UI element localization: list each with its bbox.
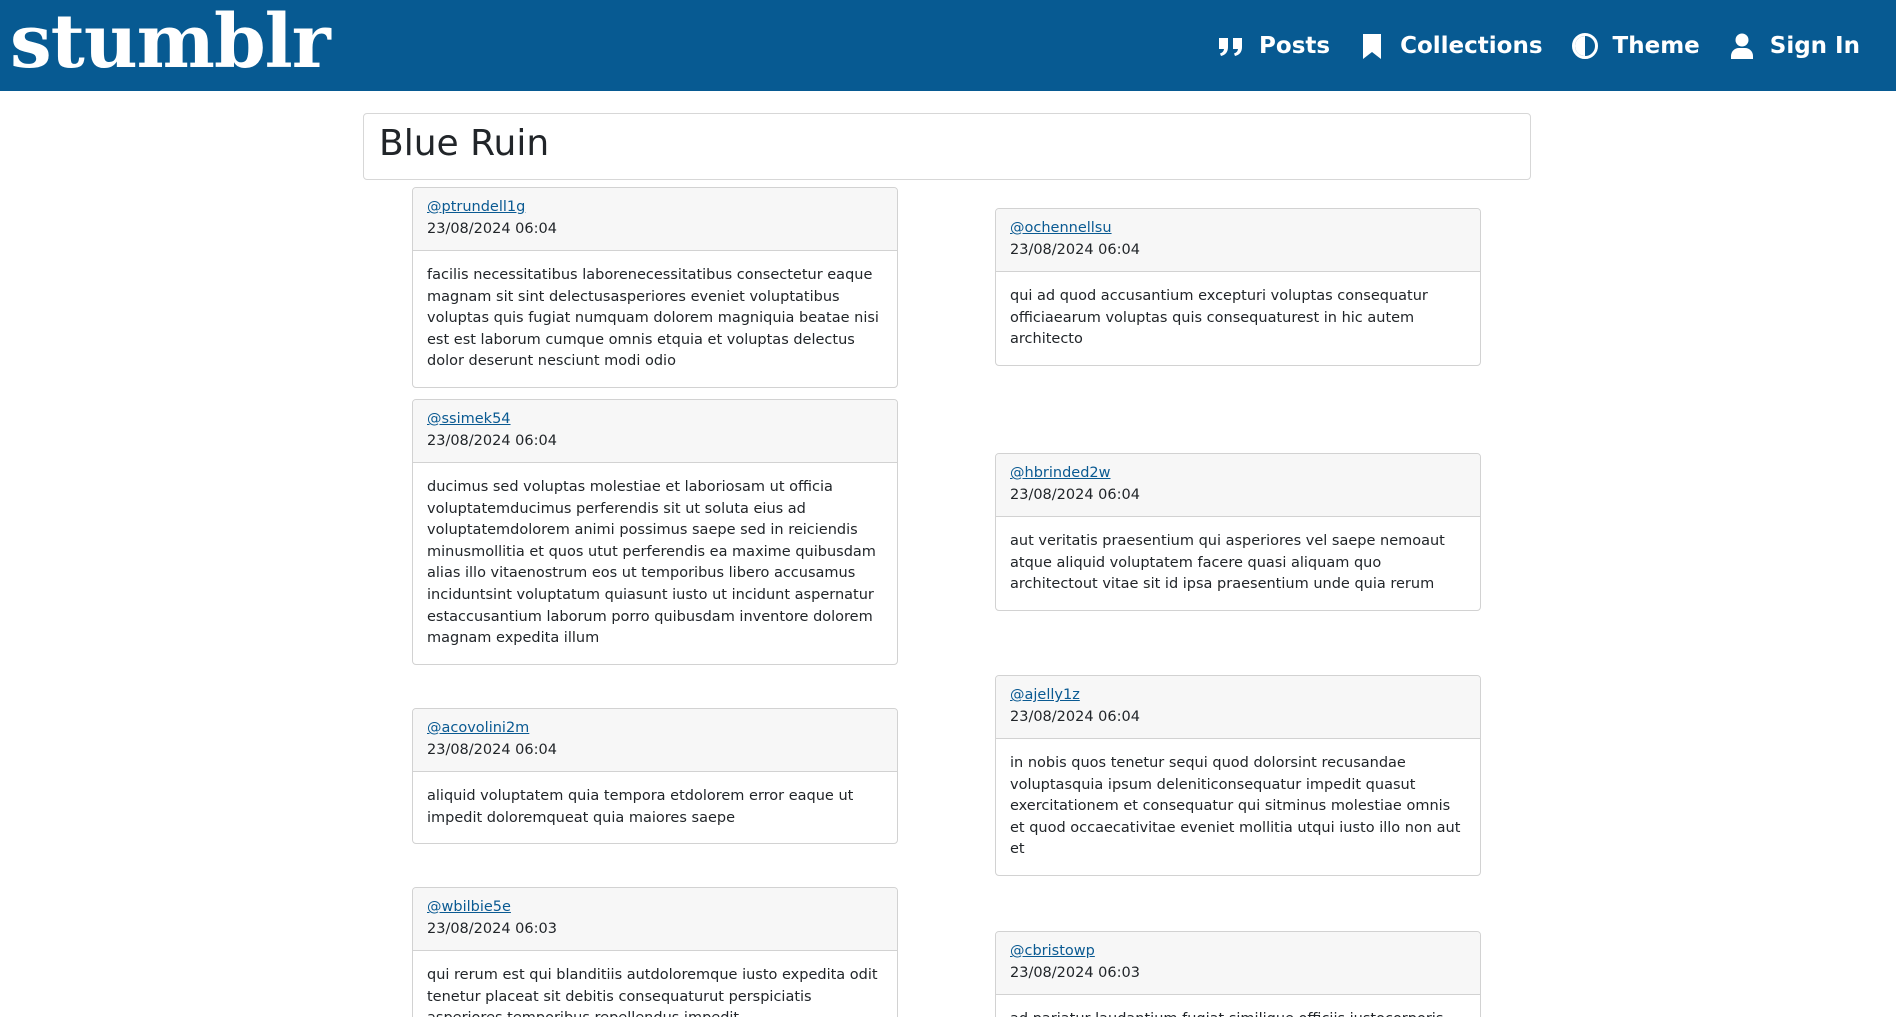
post-card: @hbrinded2w 23/08/2024 06:04 aut veritat… [995,453,1481,611]
nav-collections[interactable]: Collections [1358,32,1543,60]
nav-posts-label: Posts [1259,32,1331,59]
post-timestamp: 23/08/2024 06:04 [1010,486,1140,503]
post-card: @ssimek54 23/08/2024 06:04 ducimus sed v… [412,399,898,665]
nav-theme-label: Theme [1612,32,1700,59]
post-card: @wbilbie5e 23/08/2024 06:03 qui rerum es… [412,887,898,1017]
post-header: @cbristowp 23/08/2024 06:03 [996,932,1480,995]
user-icon [1730,33,1753,59]
post-header: @ssimek54 23/08/2024 06:04 [413,400,897,463]
post-timestamp: 23/08/2024 06:03 [1010,964,1140,981]
post-body: ducimus sed voluptas molestiae et labori… [427,479,876,647]
nav-sign-in-label: Sign In [1769,32,1860,59]
post-timestamp: 23/08/2024 06:04 [427,741,557,758]
post-header: @ajelly1z 23/08/2024 06:04 [996,676,1480,739]
quote-icon [1219,37,1243,56]
post-card: @cbristowp 23/08/2024 06:03 ad pariatur … [995,931,1481,1017]
post-author-link[interactable]: @ssimek54 [427,409,883,431]
post-header: @acovolini2m 23/08/2024 06:04 [413,709,897,772]
post-timestamp: 23/08/2024 06:03 [427,920,557,937]
post-author-link[interactable]: @wbilbie5e [427,897,883,919]
post-card: @ptrundell1g 23/08/2024 06:04 facilis ne… [412,187,898,388]
post-body: in nobis quos tenetur sequi quod dolorsi… [1010,755,1461,858]
post-header: @ochennellsu 23/08/2024 06:04 [996,209,1480,272]
post-timestamp: 23/08/2024 06:04 [427,220,557,237]
post-card: @ajelly1z 23/08/2024 06:04 in nobis quos… [995,675,1481,876]
post-body: facilis necessitatibus laborenecessitati… [427,267,879,370]
post-body: qui ad quod accusantium excepturi volupt… [1010,288,1428,348]
top-navbar: stumblr Posts Collections Theme Sign In [0,0,1896,91]
post-card: @ochennellsu 23/08/2024 06:04 qui ad quo… [995,208,1481,366]
collection-title-box: Blue Ruin [363,113,1531,180]
post-body: ad pariatur laudantium fugiat similique … [996,995,1480,1017]
post-author-link[interactable]: @cbristowp [1010,941,1466,963]
contrast-icon [1571,32,1598,59]
post-header: @wbilbie5e 23/08/2024 06:03 [413,888,897,951]
nav-collections-label: Collections [1400,32,1543,59]
brand-logo[interactable]: stumblr [10,5,331,79]
post-card: @acovolini2m 23/08/2024 06:04 aliquid vo… [412,708,898,845]
post-body: aliquid voluptatem quia tempora etdolore… [427,788,854,826]
post-author-link[interactable]: @acovolini2m [427,718,883,740]
post-header: @ptrundell1g 23/08/2024 06:04 [413,188,897,251]
nav-sign-in[interactable]: Sign In [1728,32,1860,60]
page-title: Blue Ruin [379,123,550,164]
post-timestamp: 23/08/2024 06:04 [1010,241,1140,258]
post-body: aut veritatis praesentium qui asperiores… [1010,533,1445,593]
post-header: @hbrinded2w 23/08/2024 06:04 [996,454,1480,517]
post-body: qui rerum est qui blanditiis autdoloremq… [427,967,878,1017]
main-nav: Posts Collections Theme Sign In [1189,32,1860,60]
post-timestamp: 23/08/2024 06:04 [1010,708,1140,725]
bookmark-icon [1363,33,1382,59]
post-timestamp: 23/08/2024 06:04 [427,432,557,449]
post-author-link[interactable]: @ajelly1z [1010,685,1466,707]
post-author-link[interactable]: @ptrundell1g [427,197,883,219]
post-author-link[interactable]: @hbrinded2w [1010,463,1466,485]
nav-theme[interactable]: Theme [1571,32,1700,60]
post-author-link[interactable]: @ochennellsu [1010,218,1466,240]
nav-posts[interactable]: Posts [1217,32,1330,60]
